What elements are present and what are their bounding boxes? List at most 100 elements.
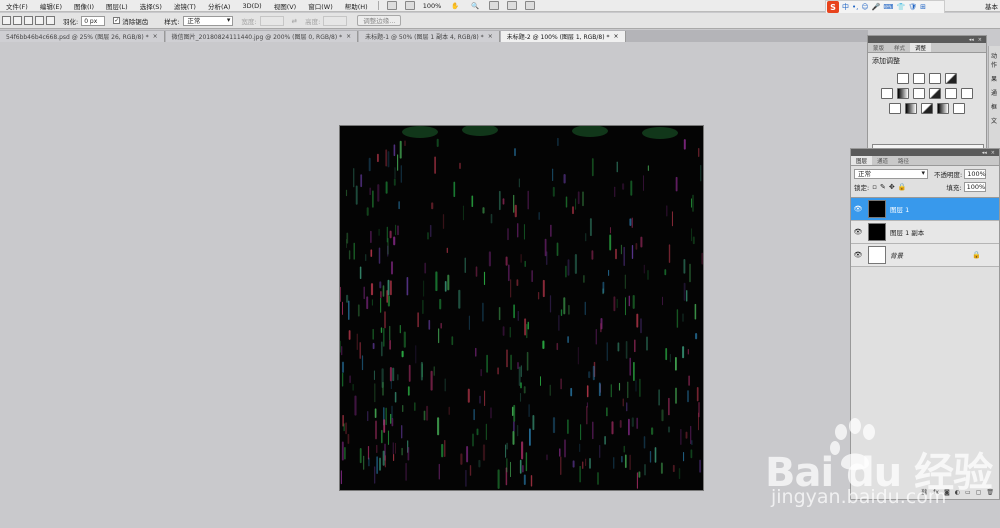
tab-paths[interactable]: 路径 [893,156,914,165]
channel-mixer-icon[interactable] [961,88,973,99]
panel-titlebar[interactable]: ◂◂ × [851,149,999,156]
dock-item[interactable]: 果 [991,74,1000,83]
hue-saturation-icon[interactable] [897,88,909,99]
selective-color-icon[interactable] [953,103,965,114]
panel-titlebar[interactable]: ◂◂ × [868,36,986,43]
bridge-icon[interactable] [386,1,397,10]
sogou-logo-icon[interactable]: S [827,1,839,13]
menu-image[interactable]: 图像(I) [68,1,100,11]
menu-file[interactable]: 文件(F) [0,1,34,11]
close-icon[interactable]: × [613,33,618,40]
tab-masks[interactable]: 蒙版 [868,43,889,52]
menu-edit[interactable]: 编辑(E) [34,1,68,11]
tab-adjustments[interactable]: 调整 [910,43,932,52]
tab-layers[interactable]: 图层 [851,156,873,165]
menu-help[interactable]: 帮助(H) [339,1,374,11]
document-tab[interactable]: 微信图片_20180824111440.jpg @ 200% (图层 0, RG… [165,31,359,42]
dock-item[interactable]: 框 [991,102,1000,111]
threshold-icon[interactable] [921,103,933,114]
document-canvas[interactable] [340,126,703,490]
menu-filter[interactable]: 滤镜(T) [168,1,202,11]
opacity-input[interactable]: 100% [964,169,987,179]
close-icon[interactable]: × [991,150,995,156]
document-tab[interactable]: 54f6bb46b4c668.psd @ 25% (图层 26, RGB/8) … [0,31,165,42]
tab-styles[interactable]: 样式 [889,43,910,52]
zoom-level[interactable]: 100% [419,2,446,10]
screen-mode-icon[interactable] [525,1,536,10]
tool-preset-icon[interactable] [2,16,11,25]
menu-analysis[interactable]: 分析(A) [202,1,237,11]
brightness-icon[interactable] [897,73,909,84]
menu-select[interactable]: 选择(S) [134,1,168,11]
color-balance-icon[interactable] [913,88,925,99]
antialias-checkbox[interactable]: ✓ 消除锯齿 [113,16,148,26]
mini-bridge-icon[interactable] [404,1,415,10]
feather-input[interactable]: 0 px [81,15,106,26]
layer-row[interactable]: 👁 图层 1 [851,198,999,221]
visibility-eye-icon[interactable]: 👁 [851,228,865,236]
invert-icon[interactable] [889,103,901,114]
layer-name[interactable]: 图层 1 [890,204,999,214]
arrange-documents-icon[interactable] [507,1,518,10]
menu-window[interactable]: 窗口(W) [302,1,339,11]
black-white-icon[interactable] [929,88,941,99]
refine-edge-button[interactable]: 调整边缘... [357,15,402,26]
gradient-map-icon[interactable] [937,103,949,114]
rotate-view-icon[interactable] [489,1,500,10]
zoom-tool-icon[interactable]: 🔍 [465,2,485,10]
dock-item-actions[interactable]: 动作 [991,51,1000,69]
dock-item[interactable]: 通 [991,88,1000,97]
exposure-icon[interactable] [945,73,957,84]
layer-row[interactable]: 👁 图层 1 副本 [851,221,999,244]
document-tab[interactable]: 未标题-1 @ 50% (图层 1 副本 4, RGB/8) * × [359,31,500,42]
ime-menu-icon[interactable]: ⊞ [920,3,926,11]
swap-icon[interactable]: ⇄ [292,17,297,25]
close-icon[interactable]: × [153,33,158,40]
menu-3d[interactable]: 3D(D) [236,2,267,10]
height-input[interactable] [323,15,348,26]
collapse-icon[interactable]: ◂◂ [982,150,987,156]
ime-emoji-icon[interactable]: ☺ [861,3,868,11]
ime-tools-icon[interactable]: 🛡 [908,3,917,11]
blend-mode-select[interactable]: 正常 [854,169,928,179]
ime-chinese-mode[interactable]: 中 [842,2,849,12]
document-tab-active[interactable]: 未标题-2 @ 100% (图层 1, RGB/8) * × [500,31,626,42]
tab-channels[interactable]: 通道 [872,156,893,165]
width-input[interactable] [259,15,284,26]
close-icon[interactable]: × [488,33,493,40]
ime-punctuation-icon[interactable]: •, [852,3,858,11]
menu-layer[interactable]: 图层(L) [100,1,134,11]
layer-row[interactable]: 👁 背景 🔒 [851,244,999,267]
collapse-icon[interactable]: ◂◂ [969,37,974,43]
visibility-eye-icon[interactable]: 👁 [851,251,865,259]
ime-keyboard-icon[interactable]: ⌨ [883,3,893,11]
subtract-selection-icon[interactable] [35,16,44,25]
lock-position-icon[interactable]: ✥ [889,183,895,191]
dock-item[interactable]: 文 [991,116,1000,125]
ime-skin-icon[interactable]: 👕 [897,3,906,11]
photo-filter-icon[interactable] [945,88,957,99]
adjustments-title: 添加调整 [872,57,900,65]
style-select[interactable]: 正常 [183,15,234,26]
lock-transparency-icon[interactable]: ▫ [872,183,877,191]
levels-icon[interactable] [913,73,925,84]
add-selection-icon[interactable] [24,16,33,25]
lock-pixels-icon[interactable]: ✎ [880,183,886,191]
visibility-eye-icon[interactable]: 👁 [851,205,865,213]
vibrance-icon[interactable] [881,88,893,99]
menu-view[interactable]: 视图(V) [268,1,303,11]
ime-voice-icon[interactable]: 🎤 [872,3,881,11]
curves-icon[interactable] [929,73,941,84]
fill-input[interactable]: 100% [963,182,986,192]
intersect-selection-icon[interactable] [46,16,55,25]
layer-name[interactable]: 背景 [890,250,972,260]
posterize-icon[interactable] [905,103,917,114]
workspace-switcher[interactable]: 基本 [985,1,998,11]
hand-tool-icon[interactable]: ✋ [445,2,465,10]
close-icon[interactable]: × [346,33,351,40]
lock-all-icon[interactable]: 🔒 [898,183,907,191]
layer-name[interactable]: 图层 1 副本 [890,227,999,237]
new-selection-icon[interactable] [13,16,22,25]
fill-label: 填充: [946,184,962,192]
close-icon[interactable]: × [978,37,982,43]
